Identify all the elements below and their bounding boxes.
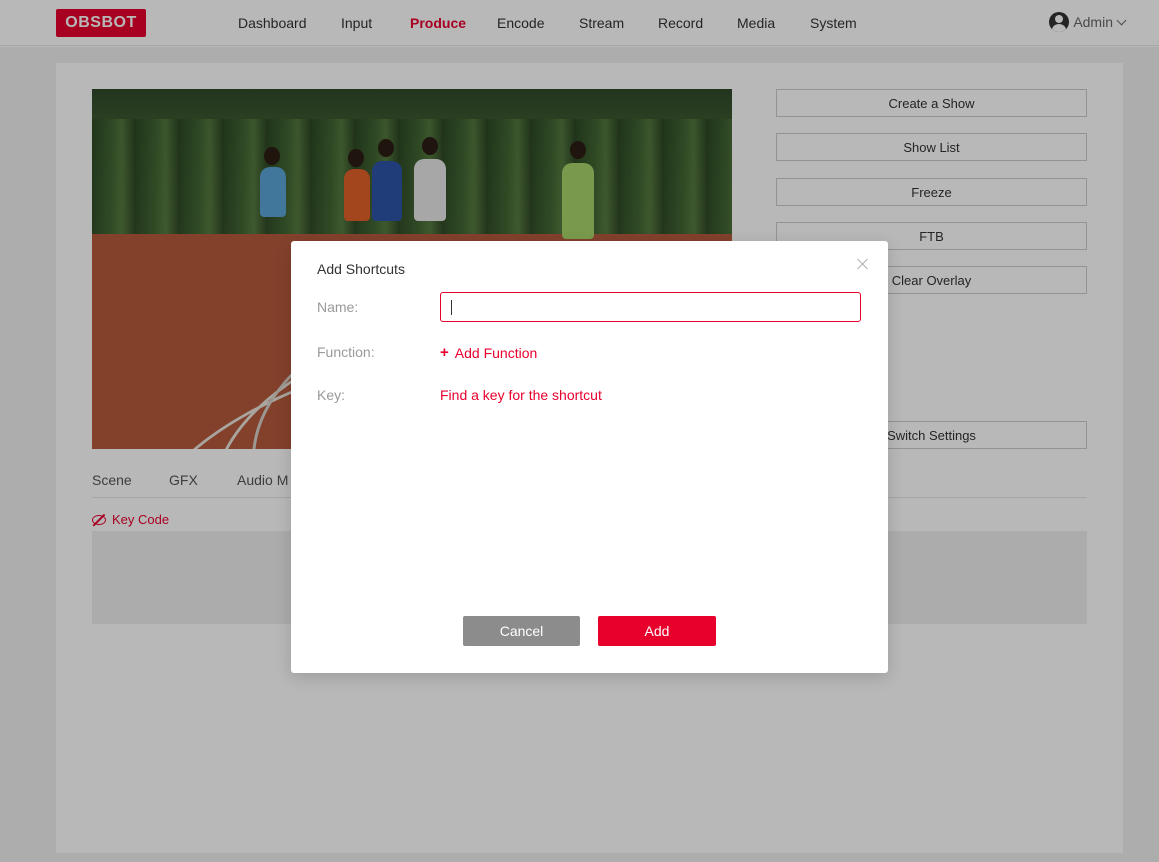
- plus-icon: +: [440, 344, 449, 361]
- find-key-link[interactable]: Find a key for the shortcut: [440, 387, 602, 403]
- dialog-title: Add Shortcuts: [317, 261, 405, 277]
- add-function-label: Add Function: [454, 344, 538, 361]
- add-function-link[interactable]: + Add Function: [440, 344, 537, 361]
- cancel-button[interactable]: Cancel: [463, 616, 580, 646]
- add-button[interactable]: Add: [598, 616, 716, 646]
- add-shortcuts-dialog: Add Shortcuts Name: Function: + Add Func…: [291, 241, 888, 673]
- function-label: Function:: [317, 344, 375, 360]
- name-label: Name:: [317, 299, 359, 315]
- name-input[interactable]: [440, 292, 861, 322]
- key-label: Key:: [317, 387, 346, 403]
- text-caret: [451, 300, 452, 315]
- close-icon[interactable]: [856, 257, 870, 271]
